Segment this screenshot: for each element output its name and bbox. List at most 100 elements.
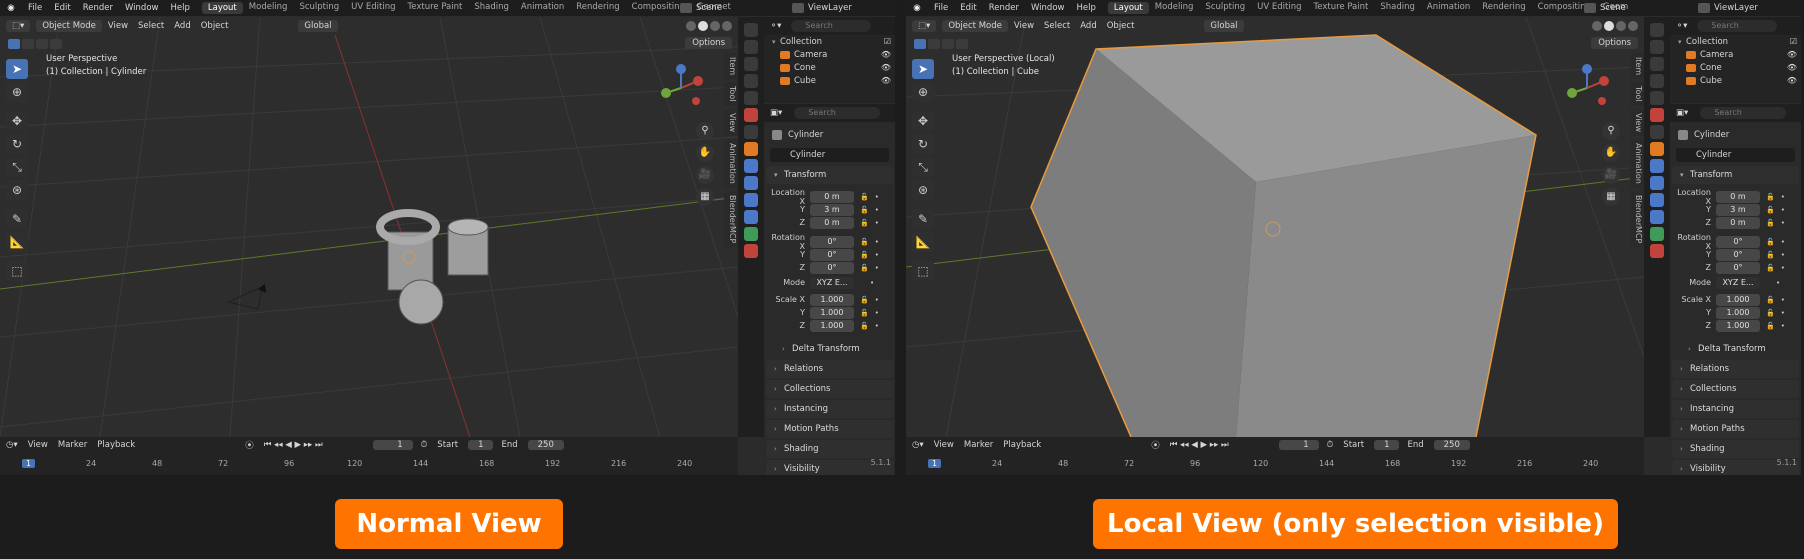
zoom-icon[interactable]: ⚲ [696,122,714,140]
keyframe-dot-icon[interactable]: • [875,251,879,259]
view-layer-props-icon[interactable] [1650,74,1664,88]
current-frame-field[interactable]: 1 [372,440,413,450]
timeline-menu-view[interactable]: View [28,440,48,450]
navigation-gizmo[interactable] [1562,63,1612,113]
scene-selector[interactable]: Scene [680,0,722,16]
keyframe-dot-icon[interactable]: • [875,238,879,246]
tab-shading[interactable]: Shading [468,2,515,14]
rendered-shading-icon[interactable] [1628,21,1638,31]
eye-icon[interactable]: 👁 [1787,50,1797,59]
keyframe-dot-icon[interactable]: • [875,322,879,330]
material-shading-icon[interactable] [1616,21,1626,31]
location-x-field[interactable]: 0 m [810,190,854,203]
scale-tool-icon[interactable]: ⤡ [912,157,934,177]
menu-edit[interactable]: Edit [954,3,982,13]
rotation-mode-dropdown[interactable]: XYZ E... [810,276,854,289]
vp-menu-view[interactable]: View [108,21,128,31]
outliner-item[interactable]: Cube 👁 [1670,74,1801,87]
modifier-props-icon[interactable] [1650,159,1664,173]
lock-icon[interactable]: 🔓 [1766,206,1775,214]
scale-x-field[interactable]: 1.000 [810,293,854,306]
tab-layout[interactable]: Layout [1107,2,1149,14]
lock-icon[interactable]: 🔓 [1766,322,1775,330]
rotation-z-field[interactable]: 0° [810,261,854,274]
instancing-panel[interactable]: › Instancing [1672,400,1799,418]
render-props-icon[interactable] [744,40,758,54]
zoom-icon[interactable]: ⚲ [1602,122,1620,140]
tab-layout[interactable]: Layout [201,2,243,14]
vp-menu-select[interactable]: Select [1044,21,1070,31]
editor-type-button[interactable]: ⬚▾ [6,20,31,32]
solid-shading-icon[interactable] [698,21,708,31]
material-props-icon[interactable] [744,244,758,258]
outliner-item[interactable]: Cone 👁 [1670,61,1801,74]
location-z-field[interactable]: 0 m [1716,216,1760,229]
lock-icon[interactable]: 🔓 [1766,238,1775,246]
menu-help[interactable]: Help [164,3,195,13]
eye-icon[interactable]: 👁 [1787,63,1797,72]
tab-shading[interactable]: Shading [1374,2,1421,14]
mode-dropdown[interactable]: Object Mode [36,20,102,32]
start-frame-field[interactable]: 1 [1374,440,1400,450]
blender-logo-icon[interactable]: ◉ [906,3,928,13]
tab-rendering[interactable]: Rendering [1476,2,1531,14]
keyframe-dot-icon[interactable]: • [1781,219,1785,227]
timeline-menu-playback[interactable]: Playback [1003,440,1041,450]
modifier-props-icon[interactable] [744,159,758,173]
lock-icon[interactable]: 🔓 [1766,296,1775,304]
tab-texture-paint[interactable]: Texture Paint [402,2,469,14]
output-props-icon[interactable] [744,57,758,71]
relations-panel[interactable]: › Relations [1672,360,1799,378]
keyframe-dot-icon[interactable]: • [1781,193,1785,201]
particles-props-icon[interactable] [744,176,758,190]
outliner-editor-icon[interactable]: ⚬▾ [770,21,781,31]
rotation-x-field[interactable]: 0° [810,235,854,248]
vp-menu-select[interactable]: Select [138,21,164,31]
menu-render[interactable]: Render [77,3,119,13]
rotation-y-field[interactable]: 0° [810,248,854,261]
end-frame-field[interactable]: 250 [1433,440,1470,450]
collections-panel[interactable]: › Collections [766,380,893,398]
eye-icon[interactable]: 👁 [881,50,891,59]
navigation-gizmo[interactable] [656,63,706,113]
render-props-icon[interactable] [1650,40,1664,54]
blender-logo-icon[interactable]: ◉ [0,3,22,13]
add-cube-tool-icon[interactable]: ⬚ [6,261,28,281]
lock-icon[interactable]: 🔓 [1766,219,1775,227]
output-props-icon[interactable] [1650,57,1664,71]
start-frame-field[interactable]: 1 [468,440,494,450]
keyframe-dot-icon[interactable]: • [1781,264,1785,272]
checkbox-icon[interactable]: ☑ [1790,37,1797,46]
scale-y-field[interactable]: 1.000 [1716,306,1760,319]
tab-modeling[interactable]: Modeling [1149,2,1200,14]
tab-rendering[interactable]: Rendering [570,2,625,14]
object-props-icon[interactable] [744,142,758,156]
outliner-collection-row[interactable]: ▾ Collection ☑ [764,35,895,48]
eye-icon[interactable]: 👁 [881,63,891,72]
sidetab-blendermcp[interactable]: BlenderMCP [1630,190,1644,247]
menu-window[interactable]: Window [119,3,165,13]
transform-tool-icon[interactable]: ⊛ [912,180,934,200]
scale-tool-icon[interactable]: ⤡ [6,157,28,177]
menu-window[interactable]: Window [1025,3,1071,13]
scale-z-field[interactable]: 1.000 [1716,319,1760,332]
rotate-tool-icon[interactable]: ↻ [912,134,934,154]
collection-props-icon[interactable] [1650,125,1664,139]
sidetab-view[interactable]: View [724,108,738,136]
instancing-panel[interactable]: › Instancing [766,400,893,418]
lock-icon[interactable]: 🔓 [1766,251,1775,259]
select-new-icon[interactable] [8,39,20,49]
scale-x-field[interactable]: 1.000 [1716,293,1760,306]
keyframe-dot-icon[interactable]: • [1776,279,1780,287]
orientation-dropdown[interactable]: Global [298,20,338,32]
end-frame-field[interactable]: 250 [527,440,564,450]
vp-menu-add[interactable]: Add [1080,21,1096,31]
tab-sculpting[interactable]: Sculpting [1199,2,1251,14]
tab-animation[interactable]: Animation [1421,2,1476,14]
vp-menu-object[interactable]: Object [1107,21,1135,31]
object-name-field[interactable]: Cylinder [770,148,889,162]
collapse-chevron-icon[interactable]: ▾ [1678,38,1686,46]
record-icon[interactable]: ⦿ [1151,439,1160,451]
menu-help[interactable]: Help [1070,3,1101,13]
viewlayer-selector[interactable]: ViewLayer [792,0,852,16]
